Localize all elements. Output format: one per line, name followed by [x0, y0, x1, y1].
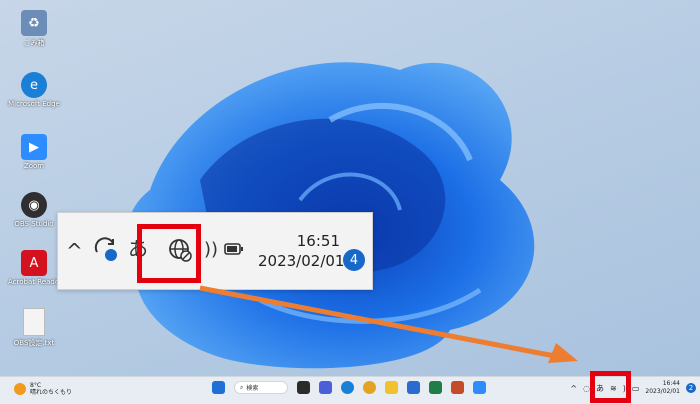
highlight-box-zoom [137, 224, 201, 283]
onedrive-sync-icon[interactable] [93, 236, 119, 262]
text-file-icon [23, 308, 45, 336]
show-hidden-icons-icon[interactable]: ^ [66, 241, 83, 261]
clock-date: 2023/02/01 [258, 252, 345, 270]
desktop-icon-label: Acrobat Reader [8, 278, 62, 286]
zoom-icon: ▶ [21, 134, 47, 160]
battery-icon[interactable] [224, 242, 244, 256]
edge-icon: e [21, 72, 47, 98]
desktop-icon-recycle-bin[interactable]: ♻ ごみ箱 [8, 10, 60, 48]
search-icon: ⌕ [240, 383, 244, 391]
search-box[interactable]: ⌕ 検索 [234, 381, 288, 394]
desktop-icon-label: OBS Studio [14, 220, 54, 228]
desktop-icon-obs[interactable]: ◉ OBS Studio [8, 192, 60, 228]
clock-date: 2023/02/01 [645, 388, 680, 395]
desktop-icon-label: Microsoft Edge [8, 100, 60, 108]
clock[interactable]: 16:44 2023/02/01 [645, 380, 680, 396]
highlight-box-tray [590, 371, 631, 403]
powerpoint-icon[interactable] [451, 381, 464, 394]
weather-sun-icon [14, 383, 26, 395]
task-view-icon[interactable] [297, 381, 310, 394]
clock[interactable]: 16:51 2023/02/01 [258, 231, 345, 271]
wallpaper-bloom [129, 62, 535, 369]
desktop-icon-text-file[interactable]: OBS設定.txt [8, 308, 60, 348]
file-explorer-icon[interactable] [385, 381, 398, 394]
search-label: 検索 [246, 385, 259, 392]
tray-zoom-callout: ^ あ )) 16:51 2023/02/01 4 [57, 212, 373, 290]
desktop: ♻ ごみ箱 e Microsoft Edge ▶ Zoom ◉ OBS Stud… [0, 0, 700, 376]
zoom-icon[interactable] [473, 381, 486, 394]
notification-badge[interactable]: 2 [686, 383, 696, 393]
show-hidden-icons-icon[interactable]: ^ [570, 384, 577, 393]
desktop-icon-edge[interactable]: e Microsoft Edge [8, 72, 60, 108]
notification-badge[interactable]: 4 [343, 249, 365, 271]
recycle-bin-icon: ♻ [21, 10, 47, 36]
weather-widget[interactable]: 8°C 晴れのちくもり [14, 382, 72, 396]
obs-icon: ◉ [21, 192, 47, 218]
desktop-icon-acrobat[interactable]: A Acrobat Reader [8, 250, 62, 286]
chrome-icon[interactable] [363, 381, 376, 394]
battery-icon[interactable]: ▭ [632, 384, 640, 393]
acrobat-icon: A [21, 250, 47, 276]
desktop-icon-zoom[interactable]: ▶ Zoom [8, 134, 60, 170]
desktop-icon-label: OBS設定.txt [13, 339, 55, 347]
clock-time: 16:51 [296, 232, 340, 250]
weather-temp: 8°C [30, 382, 42, 389]
edge-icon[interactable] [341, 381, 354, 394]
taskbar-apps: ⌕ 検索 [212, 381, 486, 394]
weather-desc: 晴れのちくもり [30, 389, 73, 396]
desktop-icon-label: Zoom [23, 162, 45, 170]
excel-icon[interactable] [429, 381, 442, 394]
desktop-icon-label: ごみ箱 [23, 39, 45, 47]
clock-time: 16:44 [662, 380, 680, 387]
onedrive-sync-icon[interactable]: ◌ [583, 384, 590, 393]
chat-icon[interactable] [319, 381, 332, 394]
start-icon[interactable] [212, 381, 225, 394]
volume-icon[interactable]: )) [204, 241, 218, 259]
word-icon[interactable] [407, 381, 420, 394]
